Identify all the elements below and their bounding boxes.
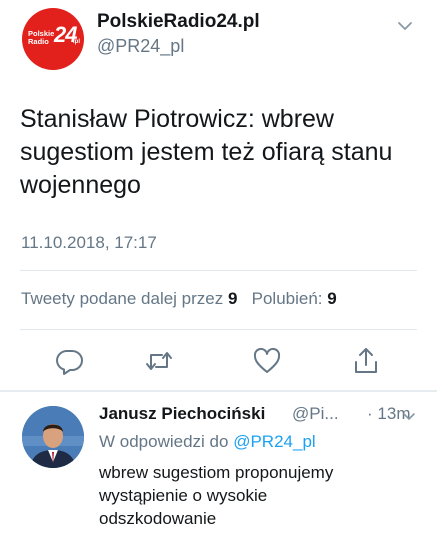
tweet-text: Stanisław Piotrowicz: wbrew sugestiom je… (20, 105, 393, 199)
chevron-down-icon[interactable] (402, 412, 416, 422)
likes-label[interactable]: Polubień: (252, 289, 323, 308)
person-photo (22, 406, 84, 468)
author-avatar[interactable]: Polskie Radio 24 .pl (22, 8, 84, 70)
tweet-timestamp: 11.10.2018, 17:17 (21, 233, 157, 252)
logo-suffix: .pl (73, 39, 80, 45)
share-icon[interactable] (351, 346, 381, 376)
tweet-detail-screen: Polskie Radio 24 .pl PolskieRadio24.pl @… (0, 0, 437, 549)
reply-to-label: W odpowiedzi do (99, 432, 229, 451)
like-icon[interactable] (252, 346, 282, 376)
retweets-label[interactable]: Tweety podane dalej przez (21, 289, 223, 308)
divider (20, 270, 417, 271)
reply-to-line: W odpowiedzi do @PR24_pl (99, 432, 316, 452)
reply-author-avatar[interactable] (22, 406, 84, 468)
author-display-name[interactable]: PolskieRadio24.pl (97, 11, 260, 33)
separator-dot: · (367, 404, 373, 423)
logo-line-2: Radio (28, 37, 49, 46)
reply-text: wbrew sugestiom proponujemy wystąpienie … (99, 463, 334, 528)
likes-count[interactable]: 9 (327, 289, 336, 308)
reply-to-mention-link[interactable]: @PR24_pl (233, 432, 315, 451)
divider (20, 329, 417, 330)
retweets-count[interactable]: 9 (228, 289, 237, 308)
reply-author-handle[interactable]: @Pi... (292, 404, 339, 424)
divider (0, 390, 437, 392)
retweet-icon[interactable] (144, 346, 174, 376)
author-handle[interactable]: @PR24_pl (97, 36, 184, 57)
reply-icon[interactable] (54, 346, 84, 376)
tweet-stats: Tweety podane dalej przez 9 Polubień: 9 (21, 289, 337, 309)
chevron-down-icon[interactable] (397, 20, 413, 32)
reply-author-name[interactable]: Janusz Piechociński (99, 404, 265, 424)
logo-text: Polskie Radio (28, 30, 54, 46)
